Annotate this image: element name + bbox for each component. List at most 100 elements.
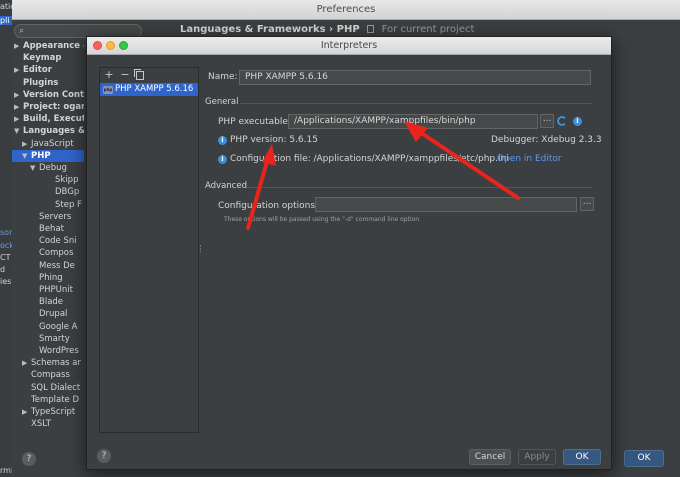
settings-tree-item[interactable]: ▶Build, Executio bbox=[12, 113, 84, 125]
settings-tree-label: Languages & bbox=[23, 126, 84, 137]
chevron-right-icon[interactable]: ▶ bbox=[14, 101, 23, 113]
settings-tree-label: TypeScript bbox=[31, 407, 76, 417]
settings-tree-item[interactable]: ▶ TypeScript bbox=[12, 406, 84, 418]
browse-executable-button[interactable]: ... bbox=[540, 114, 554, 128]
settings-tree-item[interactable]: ▼ PHP bbox=[12, 149, 84, 162]
help-button[interactable]: ? bbox=[97, 449, 111, 463]
settings-tree-label: SQL Dialect bbox=[31, 382, 81, 393]
php-executable-input[interactable]: /Applications/XAMPP/xamppfiles/bin/php bbox=[288, 114, 538, 129]
settings-tree-label: PHP bbox=[31, 150, 51, 161]
settings-tree-item[interactable]: ▶ Schemas ar bbox=[12, 357, 84, 369]
settings-tree-label: Code Sni bbox=[39, 236, 77, 247]
general-divider bbox=[240, 103, 592, 104]
settings-tree-item[interactable]: Template D bbox=[12, 394, 84, 406]
bg-fragment: ation bbox=[0, 2, 12, 11]
remove-interpreter-button[interactable]: − bbox=[120, 69, 130, 81]
settings-tree-item[interactable]: ▼ Debug bbox=[12, 162, 84, 174]
settings-tree-item[interactable]: ▶ JavaScript bbox=[12, 138, 84, 150]
breadcrumb: Languages & Frameworks › PHP bbox=[180, 24, 360, 35]
settings-tree-label: Servers bbox=[39, 211, 72, 222]
chevron-right-icon[interactable]: ▶ bbox=[22, 138, 31, 150]
chevron-down-icon[interactable]: ▼ bbox=[14, 125, 23, 137]
bg-fragment: ock bbox=[0, 241, 12, 250]
reload-icon[interactable] bbox=[557, 116, 567, 126]
settings-tree-item[interactable]: SQL Dialect bbox=[12, 382, 84, 394]
settings-tree-item[interactable]: Step F bbox=[12, 199, 84, 211]
settings-tree-item[interactable]: ▼ Languages & bbox=[12, 125, 84, 137]
settings-tree-item[interactable]: ▶ Editor bbox=[12, 64, 84, 76]
settings-tree-label: Mess De bbox=[39, 260, 75, 271]
list-toolbar: + − bbox=[100, 68, 198, 82]
settings-tree-item[interactable]: ▶Project: ogara bbox=[12, 101, 84, 113]
ok-button[interactable]: OK bbox=[563, 449, 601, 465]
php-version-text: PHP version: 5.6.15 bbox=[230, 135, 318, 145]
settings-tree-item[interactable]: Behat bbox=[12, 223, 84, 235]
config-options-input[interactable] bbox=[315, 197, 577, 212]
settings-tree-label: Step F bbox=[55, 199, 82, 210]
cancel-button[interactable]: Cancel bbox=[469, 449, 511, 465]
copy-icon[interactable] bbox=[134, 69, 144, 80]
settings-tree-item[interactable]: Skipp bbox=[12, 174, 84, 186]
open-in-editor-link[interactable]: Open in Editor bbox=[497, 154, 562, 164]
settings-tree-item[interactable]: Google A bbox=[12, 321, 84, 333]
chevron-right-icon[interactable]: ▶ bbox=[14, 113, 23, 125]
settings-tree-item[interactable]: Keymap bbox=[12, 52, 84, 64]
settings-tree-item[interactable]: PHPUnit bbox=[12, 284, 84, 296]
help-button[interactable]: ? bbox=[22, 452, 36, 466]
chevron-right-icon[interactable]: ▶ bbox=[22, 357, 31, 369]
settings-tree-label: Project: ogara bbox=[23, 102, 84, 112]
settings-tree-label: Phing bbox=[39, 272, 63, 283]
settings-tree-item[interactable]: ▶ Appearance & bbox=[12, 40, 84, 52]
minimize-window-button[interactable] bbox=[106, 41, 115, 50]
settings-tree-item[interactable]: Smarty bbox=[12, 333, 84, 345]
bg-fragment: CT bbox=[0, 253, 11, 262]
info-icon: i bbox=[218, 155, 227, 164]
settings-tree-label: Keymap bbox=[23, 53, 62, 64]
interpreters-dialog: Interpreters + − php PHP XAMPP 5.6.16 Na… bbox=[86, 36, 612, 470]
settings-tree-label: JavaScript bbox=[31, 138, 74, 149]
settings-tree-item[interactable]: Servers bbox=[12, 211, 84, 223]
chevron-right-icon[interactable]: ▶ bbox=[22, 406, 31, 418]
settings-tree-item[interactable]: WordPres bbox=[12, 345, 84, 357]
settings-tree-item[interactable]: Plugins bbox=[12, 77, 84, 89]
bg-fragment: rmi bbox=[0, 466, 12, 475]
chevron-down-icon[interactable]: ▼ bbox=[22, 150, 31, 162]
settings-tree-label: Behat bbox=[39, 224, 64, 234]
close-window-button[interactable] bbox=[93, 41, 102, 50]
zoom-window-button[interactable] bbox=[119, 41, 128, 50]
settings-tree-item[interactable]: Compass bbox=[12, 369, 84, 381]
settings-tree-item[interactable]: XSLT bbox=[12, 418, 84, 430]
chevron-right-icon[interactable]: ▶ bbox=[14, 64, 23, 76]
search-icon: ⌕ bbox=[19, 26, 25, 36]
settings-tree-label: Editor bbox=[23, 65, 52, 76]
preferences-ok-button[interactable]: OK bbox=[624, 450, 664, 467]
settings-tree-label: Compos bbox=[39, 248, 74, 259]
php-icon: php bbox=[103, 85, 113, 94]
dialog-title: Interpreters bbox=[320, 40, 378, 51]
settings-tree-item[interactable]: Drupal bbox=[12, 308, 84, 320]
chevron-right-icon[interactable]: ▶ bbox=[14, 89, 23, 101]
splitter-handle[interactable] bbox=[200, 245, 202, 253]
name-input[interactable]: PHP XAMPP 5.6.16 bbox=[239, 70, 591, 85]
settings-tree-item[interactable]: Code Sni bbox=[12, 235, 84, 247]
settings-tree-label: Build, Executio bbox=[23, 114, 84, 125]
browse-options-button[interactable]: ... bbox=[580, 197, 594, 211]
settings-tree-label: Blade bbox=[39, 297, 64, 308]
add-interpreter-button[interactable]: + bbox=[104, 69, 114, 81]
settings-tree-item[interactable]: Blade bbox=[12, 296, 84, 308]
advanced-section-title: Advanced bbox=[205, 181, 247, 191]
settings-tree-item[interactable]: Mess De bbox=[12, 260, 84, 272]
chevron-right-icon[interactable]: ▶ bbox=[14, 40, 23, 52]
preferences-title: Preferences bbox=[12, 0, 680, 20]
name-label: Name: bbox=[208, 72, 238, 82]
interpreter-list-item[interactable]: php PHP XAMPP 5.6.16 bbox=[100, 83, 198, 96]
project-scope-icon bbox=[367, 25, 375, 33]
info-icon[interactable]: i bbox=[573, 117, 582, 126]
apply-button[interactable]: Apply bbox=[518, 449, 556, 465]
settings-tree-item[interactable]: Phing bbox=[12, 272, 84, 284]
chevron-down-icon[interactable]: ▼ bbox=[30, 162, 39, 174]
settings-tree-item[interactable]: ▶ Version Contr bbox=[12, 89, 84, 101]
settings-tree-item[interactable]: DBGp bbox=[12, 186, 84, 198]
settings-tree-label: Version Contr bbox=[23, 89, 84, 100]
settings-tree-item[interactable]: Compos bbox=[12, 247, 84, 259]
